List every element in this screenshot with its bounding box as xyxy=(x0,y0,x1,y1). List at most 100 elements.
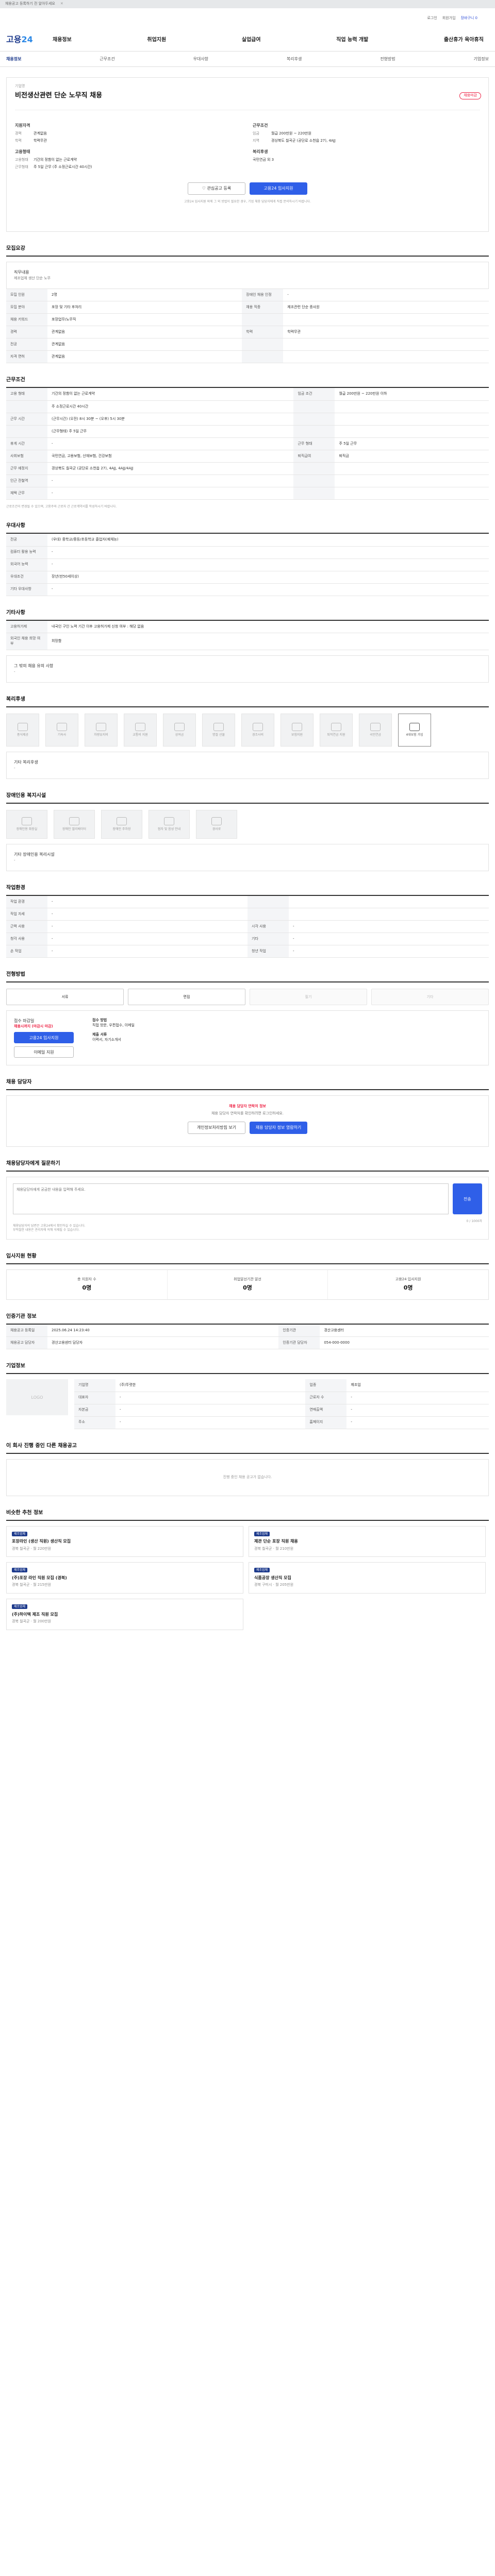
row-label: 채용 키워드 xyxy=(6,313,47,327)
welfare-label: 보험지원 xyxy=(291,733,303,737)
interest-button[interactable]: ♡ 관심공고 등록 xyxy=(188,182,245,195)
benefit-icon xyxy=(117,817,127,825)
welfare-item: 장애인 주차장 xyxy=(101,809,142,839)
row-label: 인증기관 xyxy=(278,1324,320,1337)
nav-item-support[interactable]: 취업지원 xyxy=(147,37,166,44)
emp-head: 고용형태 xyxy=(15,149,30,154)
join-link[interactable]: 회원가입 xyxy=(442,16,456,21)
row-value: - xyxy=(47,895,248,909)
row-value xyxy=(283,338,489,351)
recommend-card[interactable]: 제조업체 포장라인 (생산 직원) 생산직 모집 경북 칠곡군 · 월 220만원 xyxy=(6,1526,243,1557)
benefit-icon xyxy=(292,722,302,731)
kv-val: 월급 200만원 ~ 220만원 xyxy=(271,131,311,136)
cart-link[interactable]: 장바구니 0 xyxy=(461,16,477,21)
login-link[interactable]: 로그인 xyxy=(427,16,437,21)
row-label: 작업 환경 xyxy=(6,895,47,909)
nav-item-benefit[interactable]: 실업급여 xyxy=(242,37,261,44)
benefit-icon xyxy=(211,817,222,825)
job-desc-text: 제조업체 생산 단순 노무 xyxy=(14,276,51,281)
process-step: 서류 xyxy=(6,989,124,1006)
welfare-item: 보험지원 xyxy=(280,713,314,747)
row-value: - xyxy=(346,1416,489,1429)
tab-recruit[interactable]: 채용정보 xyxy=(6,56,21,62)
table-row: 재택 근무 - xyxy=(6,487,489,500)
tab-company[interactable]: 기업정보 xyxy=(473,56,488,62)
welfare-item: 경사로 xyxy=(196,809,237,839)
row-value: 2025.06.24 14:23:40 xyxy=(47,1324,279,1337)
table-row: 근력 사용 - 시각 사용 - xyxy=(6,920,489,934)
row-label: 손 작업 xyxy=(6,945,47,958)
email-apply-button[interactable]: 이메일 지원 xyxy=(14,1046,74,1058)
company-logo: LOGO xyxy=(6,1379,68,1416)
row-value: 관계없음 xyxy=(47,350,242,364)
tab-process[interactable]: 전형방법 xyxy=(380,56,395,62)
recommend-card[interactable]: 제조업체 식품공장 생산직 모집 경북 구미시 · 월 205만원 xyxy=(249,1562,486,1594)
apply-button[interactable]: 고용24 입사지원 xyxy=(250,182,307,195)
view-manager-button[interactable]: 채용 담당자 정보 열람하기 xyxy=(250,1122,307,1134)
process-step: 필기 xyxy=(250,989,367,1006)
row-label: 시각 사용 xyxy=(248,920,289,934)
nav-item-leave[interactable]: 출산휴가 육아휴직 xyxy=(444,37,484,44)
welfare-item: 중식제공 xyxy=(6,713,39,747)
row-value: - xyxy=(47,908,248,921)
row-value: 관계없음 xyxy=(47,326,242,339)
company-table: 기업명 (주)뚜렷한 업종 제조업 대표자 - 근로자 수 - 자본금 - 연매출액 - 주소 - 홈페이지… xyxy=(74,1379,489,1429)
nav-item-training[interactable]: 직업 능력 개발 xyxy=(336,37,368,44)
section-tabs: 채용정보 근무조건 우대사항 복리후생 전형방법 기업정보 xyxy=(0,52,495,67)
nav-item-jobs[interactable]: 채용정보 xyxy=(53,37,72,44)
table-row: 손 작업 - 청년 작업 - xyxy=(6,945,489,958)
table-row: 모집 인원 2명 장애인 채용 인정 - xyxy=(6,289,489,302)
benefit-icon xyxy=(370,722,381,731)
section-title: 채용 담당자 xyxy=(6,1079,489,1091)
table-row: (근무형태) 주 5일 근무 xyxy=(6,425,489,438)
row-label: 모집 분야 xyxy=(6,301,47,314)
benefit-icon xyxy=(409,722,420,731)
recommend-card[interactable]: 제조업체 (주)포장 라인 직원 모집 (경북) 경북 칠곡군 · 월 215만원 xyxy=(6,1562,243,1594)
table-row: 청각 사용 - 기타 - xyxy=(6,933,489,946)
row-label: 근로자 수 xyxy=(305,1392,347,1404)
logo-sub: 24 xyxy=(21,35,33,45)
table-row: 기타 우대사항 - xyxy=(6,583,489,596)
section-title: 우대사항 xyxy=(6,522,489,534)
tab-condition[interactable]: 근무조건 xyxy=(100,56,114,62)
stat-value: 0명 xyxy=(243,1284,252,1292)
rec-meta: 경북 칠곡군 · 월 210만원 xyxy=(254,1546,294,1551)
welfare-item: 장애인 엘리베이터 xyxy=(54,809,95,839)
section-title: 장애인용 복지시설 xyxy=(6,792,489,804)
row-label xyxy=(293,462,335,475)
section-title: 인증기관 정보 xyxy=(6,1313,489,1325)
docs-label: 제출 서류 xyxy=(92,1032,107,1037)
tab-preference[interactable]: 우대사항 xyxy=(193,56,208,62)
tab-welfare[interactable]: 복리후생 xyxy=(287,56,302,62)
inquiry-input[interactable] xyxy=(13,1183,449,1215)
dis-box-title: 기타 장애인용 복리시설 xyxy=(14,852,55,857)
table-row: 채용공고 담당자 경산고용센터 담당자 인증기관 담당자 054-000-0000 xyxy=(6,1336,489,1350)
table-row: 휴게 시간 - 근무 형태 주 5일 근무 xyxy=(6,437,489,450)
logo[interactable]: 고용24 xyxy=(6,34,53,45)
kv-key: 임금 xyxy=(253,131,259,136)
condition-table: 고용 형태 기간의 정함이 없는 근로계약 임금 조건 월급 200만원 ~ 220만… xyxy=(6,388,489,500)
recommend-card[interactable]: 제조업체 제관 단순 포장 직원 채용 경북 칠곡군 · 월 210만원 xyxy=(249,1526,486,1557)
welfare-label: 4대보험 가입 xyxy=(406,733,423,737)
row-value: 경산고용센터 담당자 xyxy=(47,1336,279,1350)
send-button[interactable]: 전송 xyxy=(452,1183,482,1215)
row-label xyxy=(6,400,47,413)
company-label: 기업명 xyxy=(15,84,25,88)
etc-section: 기타사항 고용허가제 내국인 구인 노력 기간 이후 고용허가제 신청 여부 : … xyxy=(6,609,489,683)
row-value: 내국인 구인 노력 기간 이후 고용허가제 신청 여부 : 해당 없음 xyxy=(47,620,489,634)
job-header: 기업명 비전생산관련 단순 노무직 채용 채용마감 지원자격 경력 관계없음 학력… xyxy=(6,77,489,232)
recommend-section: 비슷한 추천 정보 제조업체 포장라인 (생산 직원) 생산직 모집 경북 칠곡군 … xyxy=(6,1510,489,1630)
cond-head: 근무조건 xyxy=(253,123,268,128)
privacy-button[interactable]: 개인정보처리방침 보기 xyxy=(188,1122,245,1134)
stat-label: 총 지원자 수 xyxy=(77,1277,96,1281)
row-value: 제조업 xyxy=(346,1379,489,1392)
kv-val: 학력무관 xyxy=(34,138,47,143)
row-label: 대표자 xyxy=(74,1392,116,1404)
close-icon[interactable]: ✕ xyxy=(60,2,63,7)
etc-box-text: - xyxy=(14,670,15,674)
recommend-card[interactable]: 제조업체 (주)하이텍 제조 직원 모집 경북 칠곡군 · 월 200만원 xyxy=(6,1599,243,1630)
etc-table: 고용허가제 내국인 구인 노력 기간 이후 고용허가제 신청 여부 : 해당 없음… xyxy=(6,620,489,650)
receipt-apply-button[interactable]: 고용24 입사지원 xyxy=(14,1032,74,1044)
row-value: 2명 xyxy=(47,289,242,302)
row-value xyxy=(335,400,489,413)
